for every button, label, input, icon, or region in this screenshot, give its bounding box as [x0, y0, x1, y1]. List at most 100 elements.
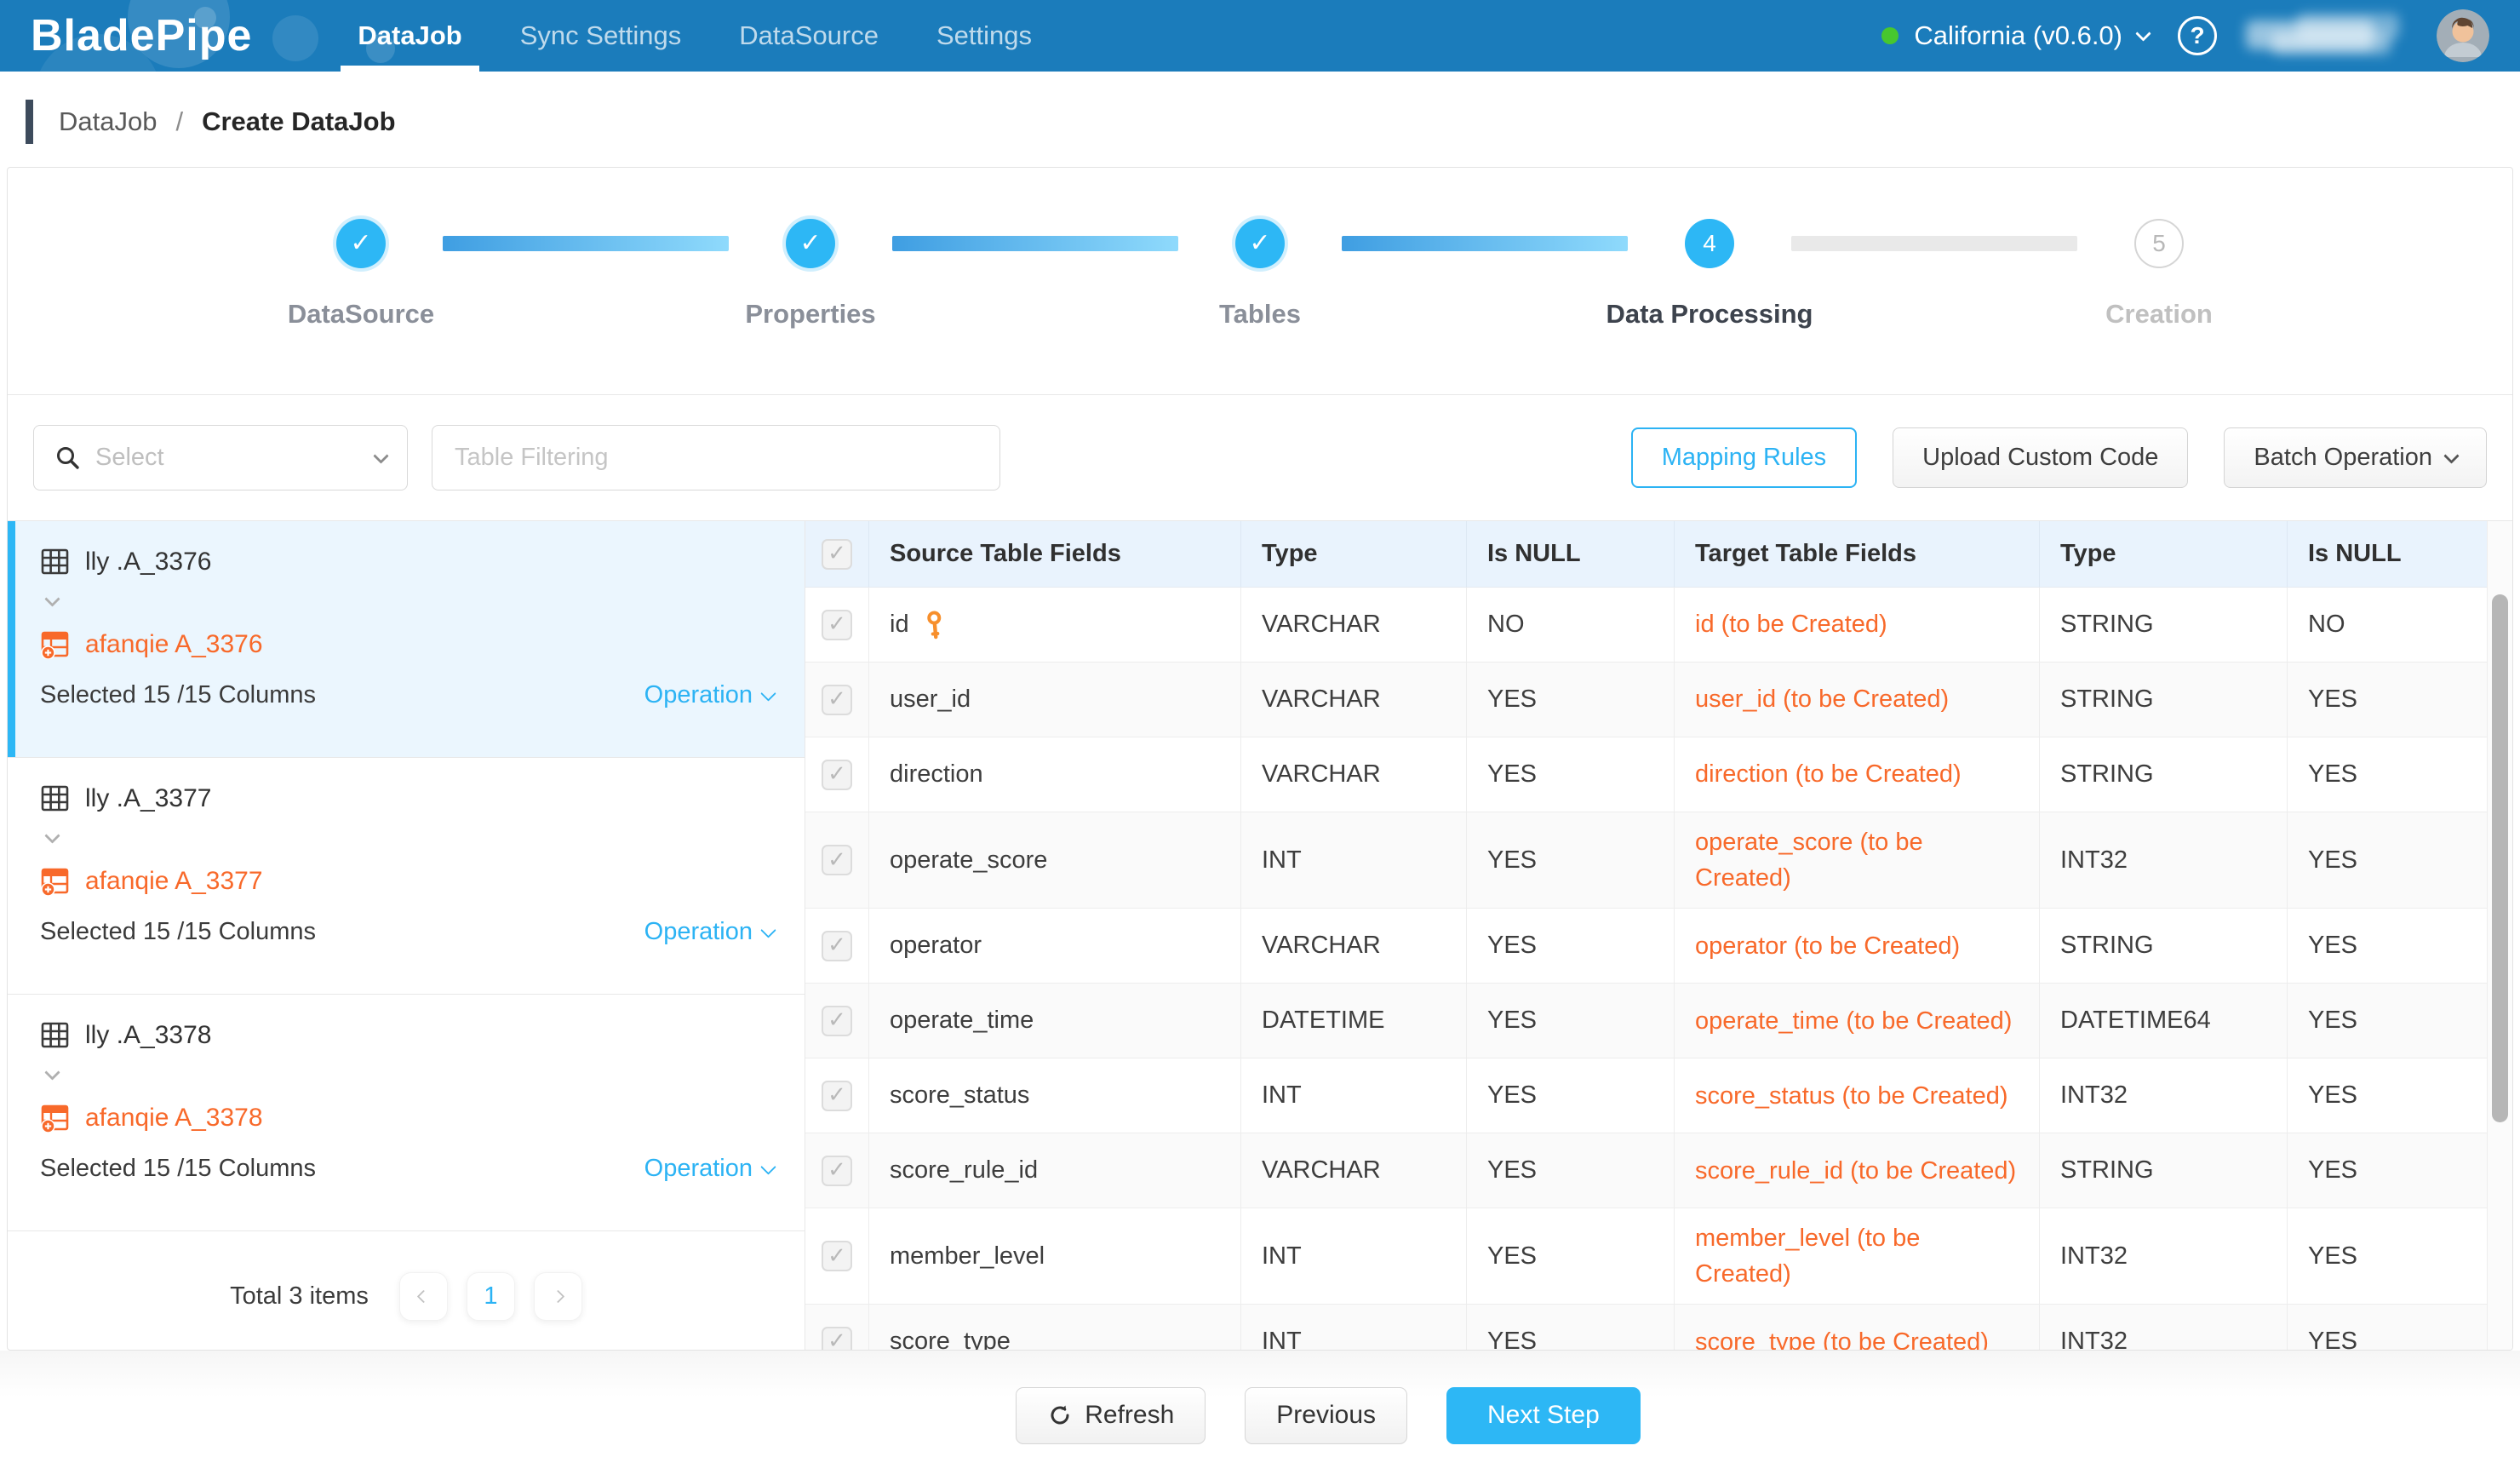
nav-item-sync-settings[interactable]: Sync Settings [491, 0, 711, 72]
step-connector [892, 236, 1178, 251]
upload-custom-code-button[interactable]: Upload Custom Code [1893, 427, 2188, 488]
target-nullable: YES [2288, 1208, 2487, 1304]
chevron-down-icon [44, 828, 60, 843]
row-checkbox[interactable]: ✓ [822, 1241, 852, 1271]
source-nullable: YES [1467, 909, 1675, 983]
table-row: ✓ member_level INT YES member_level (to … [805, 1208, 2487, 1305]
row-checkbox[interactable]: ✓ [822, 760, 852, 790]
step-properties: ✓ Properties [729, 219, 892, 330]
target-field-name: score_rule_id (to be Created) [1675, 1133, 2040, 1208]
step-label: Data Processing [1606, 299, 1813, 330]
select-dropdown[interactable]: Select [33, 425, 408, 490]
source-type: VARCHAR [1241, 663, 1467, 737]
source-type: INT [1241, 1305, 1467, 1350]
step-number: 4 [1685, 219, 1734, 268]
region-selector[interactable]: California (v0.6.0) [1881, 20, 2149, 51]
source-nullable: YES [1467, 737, 1675, 812]
region-label: California (v0.6.0) [1914, 20, 2122, 51]
table-filter-input[interactable] [432, 425, 1000, 490]
avatar[interactable] [2437, 9, 2489, 62]
mapping-arrow [47, 1067, 779, 1082]
batch-operation-button[interactable]: Batch Operation [2224, 427, 2487, 488]
row-checkbox[interactable]: ✓ [822, 610, 852, 640]
step-label: Tables [1219, 299, 1301, 330]
step-connector [1342, 236, 1628, 251]
table-list-item[interactable]: lly .A_3378 afanqie A_33 [8, 995, 805, 1231]
table-grid-icon [40, 783, 70, 813]
source-type: VARCHAR [1241, 1133, 1467, 1208]
refresh-button[interactable]: Refresh [1016, 1387, 1206, 1444]
target-table-name: afanqie A_3378 [85, 1104, 263, 1133]
nav-item-datasource[interactable]: DataSource [710, 0, 908, 72]
source-field-name: member_level [869, 1208, 1241, 1304]
nav-item-settings[interactable]: Settings [908, 0, 1061, 72]
mapping-arrow [47, 830, 779, 846]
source-field-name: score_rule_id [869, 1133, 1241, 1208]
table-row: ✓ id VARCHAR [805, 588, 2487, 663]
operation-dropdown-link[interactable]: Operation [644, 1155, 774, 1183]
operation-dropdown-link[interactable]: Operation [644, 681, 774, 709]
row-checkbox[interactable]: ✓ [822, 1156, 852, 1186]
table-add-icon [40, 866, 70, 896]
target-type: INT32 [2040, 1305, 2288, 1350]
top-navbar: BladePipe DataJob Sync Settings DataSour… [0, 0, 2520, 72]
table-toolbar: Select Mapping Rules Upload Custom Code … [8, 395, 2512, 521]
app-logo[interactable]: BladePipe [31, 10, 252, 61]
column-header-target-null: Is NULL [2288, 521, 2487, 587]
selected-columns-text: Selected 15 /15 Columns [40, 1155, 316, 1183]
help-icon[interactable]: ? [2178, 16, 2217, 55]
source-type: INT [1241, 1208, 1467, 1304]
target-nullable: YES [2288, 663, 2487, 737]
target-table-name: afanqie A_3377 [85, 867, 263, 896]
selected-columns-text: Selected 15 /15 Columns [40, 918, 316, 946]
pagination-prev-button[interactable] [399, 1272, 448, 1321]
chevron-down-icon [2443, 448, 2459, 463]
breadcrumb-separator: / [175, 106, 183, 137]
previous-button[interactable]: Previous [1245, 1387, 1407, 1444]
source-nullable: YES [1467, 1133, 1675, 1208]
nav-item-datajob[interactable]: DataJob [329, 0, 490, 72]
operation-dropdown-link[interactable]: Operation [644, 918, 774, 946]
table-row: ✓ operator VARCHAR YES operator (to be C… [805, 909, 2487, 984]
stepper-section: ✓ DataSource ✓ Properties ✓ Tables 4 Dat… [8, 168, 2512, 395]
target-table-name: afanqie A_3376 [85, 630, 263, 659]
target-field-name: score_status (to be Created) [1675, 1058, 2040, 1133]
table-scrollbar-thumb[interactable] [2492, 594, 2508, 1122]
create-datajob-card: ✓ DataSource ✓ Properties ✓ Tables 4 Dat… [7, 167, 2513, 1351]
source-nullable: YES [1467, 1058, 1675, 1133]
mapping-rules-button[interactable]: Mapping Rules [1631, 427, 1857, 488]
row-checkbox[interactable]: ✓ [822, 1081, 852, 1111]
row-checkbox[interactable]: ✓ [822, 845, 852, 875]
row-checkbox[interactable]: ✓ [822, 931, 852, 961]
table-list-item[interactable]: lly .A_3376 afanqie A_33 [8, 521, 805, 758]
search-icon [54, 445, 82, 472]
source-table-name: lly .A_3378 [85, 1021, 211, 1050]
table-add-icon [40, 629, 70, 659]
target-type: STRING [2040, 1133, 2288, 1208]
row-checkbox[interactable]: ✓ [822, 685, 852, 715]
pagination-next-button[interactable] [534, 1272, 582, 1321]
row-checkbox[interactable]: ✓ [822, 1006, 852, 1036]
step-check-icon: ✓ [786, 219, 835, 268]
source-type: VARCHAR [1241, 909, 1467, 983]
table-scrollbar-track[interactable] [2487, 521, 2512, 1350]
step-check-icon: ✓ [336, 219, 386, 268]
target-field-name: id (to be Created) [1675, 588, 2040, 662]
mapping-arrow [47, 594, 779, 609]
pagination: Total 3 items 1 [8, 1250, 805, 1350]
target-type: DATETIME64 [2040, 984, 2288, 1058]
step-connector [1791, 236, 2077, 251]
pagination-page-1-button[interactable]: 1 [467, 1272, 515, 1321]
target-nullable: YES [2288, 1133, 2487, 1208]
field-mapping-table: ✓ Source Table Fields Type Is NULL Targe… [805, 521, 2512, 1350]
table-list-item[interactable]: lly .A_3377 afanqie A_33 [8, 758, 805, 995]
navbar-right: California (v0.6.0) ? [1881, 9, 2489, 62]
row-checkbox[interactable]: ✓ [822, 1327, 852, 1350]
breadcrumb-parent[interactable]: DataJob [59, 106, 157, 137]
next-step-button[interactable]: Next Step [1446, 1387, 1641, 1444]
column-header-target-field: Target Table Fields [1675, 521, 2040, 587]
column-header-source-type: Type [1241, 521, 1467, 587]
select-all-checkbox[interactable]: ✓ [822, 539, 852, 570]
step-label: DataSource [288, 299, 434, 330]
step-label: Creation [2105, 299, 2213, 330]
